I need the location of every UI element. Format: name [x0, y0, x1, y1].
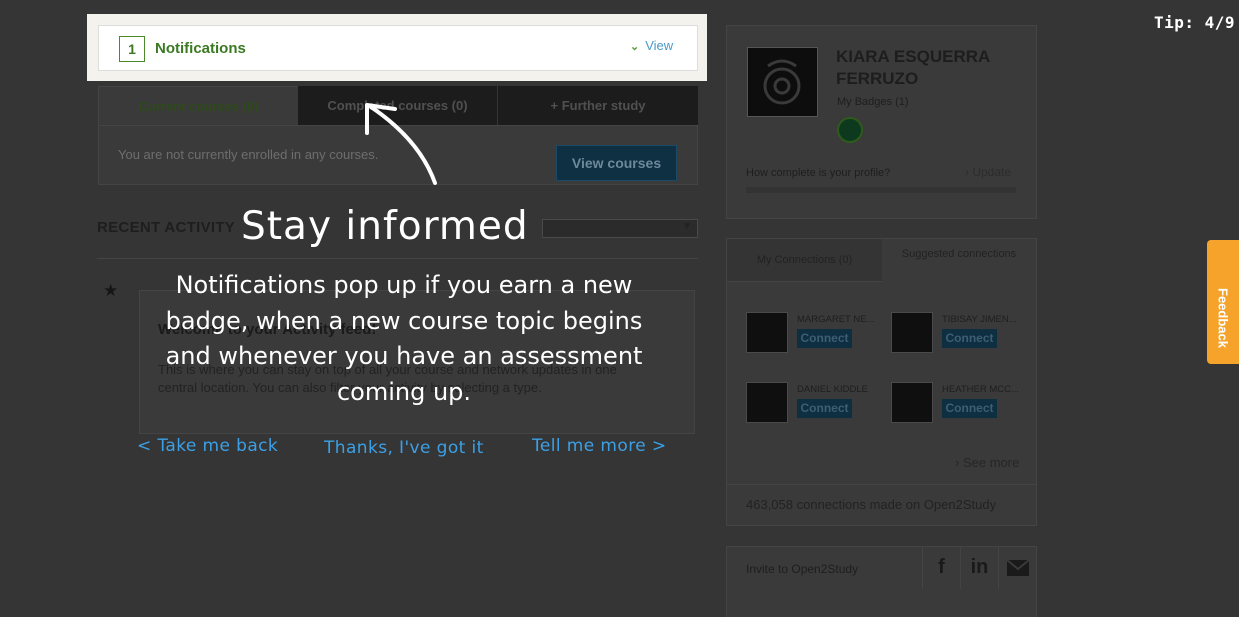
person-name: DANIEL KIDDLE — [797, 384, 868, 395]
courses-empty-message: You are not currently enrolled in any co… — [118, 147, 379, 162]
connections-count: 463,058 connections made on Open2Study — [746, 497, 997, 512]
person-name: HEATHER MCC... — [942, 384, 1019, 395]
see-more-label: See more — [962, 455, 1020, 470]
feedback-tab[interactable]: Feedback — [1207, 240, 1239, 364]
connect-button[interactable]: Connect — [797, 329, 852, 348]
invite-label: Invite to Open2Study — [746, 562, 859, 576]
tour-arrow-icon — [365, 103, 437, 185]
chevron-down-icon: ⌄ — [630, 41, 640, 53]
avatar[interactable] — [891, 312, 933, 353]
person-name: TIBISAY JIMEN... — [942, 314, 1017, 325]
chevron-right-icon: › — [955, 455, 960, 470]
tell-me-more-link[interactable]: Tell me more > — [532, 436, 667, 456]
star-icon: ★ — [103, 281, 119, 300]
avatar[interactable] — [747, 47, 818, 117]
tab-my-connections[interactable]: My Connections (0) — [727, 239, 882, 282]
profile-progress-bar — [746, 187, 1016, 193]
take-me-back-link[interactable]: < Take me back — [137, 436, 278, 456]
chevron-right-icon: › — [965, 165, 969, 179]
tab-suggested-connections[interactable]: Suggested connections — [882, 239, 1036, 282]
notification-view-link[interactable]: ⌄ View — [630, 38, 673, 53]
connect-button[interactable]: Connect — [797, 399, 852, 418]
recent-activity-title: RECENT ACTIVITY — [97, 219, 236, 236]
avatar[interactable] — [746, 312, 788, 353]
divider — [97, 258, 698, 259]
notification-title: Notifications — [155, 40, 246, 57]
facebook-icon[interactable]: f — [922, 547, 960, 589]
update-link[interactable]: › Update — [965, 165, 1011, 179]
activity-filter-select[interactable]: ▼ — [542, 219, 698, 238]
connect-button[interactable]: Connect — [942, 329, 997, 348]
divider — [727, 484, 1036, 485]
profile-name: KIARA ESQUERRA FERRUZO — [836, 47, 990, 88]
chevron-down-icon: ▼ — [682, 221, 692, 232]
tab-current-courses[interactable]: Current courses (0) — [98, 86, 298, 126]
dismiss-tour-link[interactable]: Thanks, I've got it — [324, 438, 484, 458]
feedback-label: Feedback — [1215, 288, 1231, 348]
tour-heading: Stay informed — [241, 204, 529, 249]
view-courses-button[interactable]: View courses — [556, 145, 677, 181]
tour-body: Notifications pop up if you earn a new b… — [165, 271, 643, 406]
profile-complete-label: How complete is your profile? — [746, 167, 891, 179]
badge-icon[interactable] — [837, 117, 863, 143]
tip-counter: Tip: 4/9 — [1154, 13, 1236, 32]
avatar[interactable] — [746, 382, 788, 423]
person-name: MARGARET NE... — [797, 314, 875, 325]
view-label: View — [645, 38, 674, 53]
notification-count-badge: 1 — [119, 36, 145, 62]
connect-button[interactable]: Connect — [942, 399, 997, 418]
my-badges-link[interactable]: My Badges (1) — [837, 96, 909, 108]
see-more-link[interactable]: › See more — [955, 455, 1019, 470]
update-label: Update — [972, 165, 1012, 179]
mail-icon[interactable] — [998, 547, 1036, 589]
avatar[interactable] — [891, 382, 933, 423]
linkedin-icon[interactable]: in — [960, 547, 998, 589]
tab-further-study[interactable]: + Further study — [498, 86, 698, 126]
